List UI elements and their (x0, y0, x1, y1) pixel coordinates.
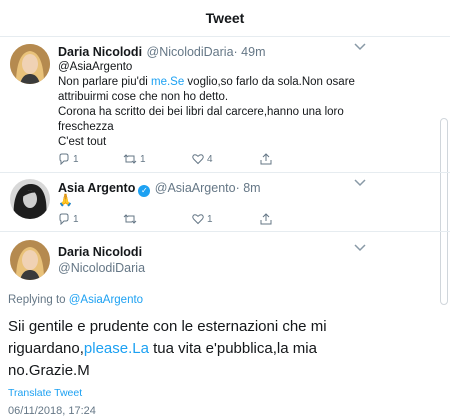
heart-icon (192, 154, 204, 165)
reply-mention[interactable]: @AsiaArgento (58, 60, 132, 75)
author-name[interactable]: Daria Nicolodi (58, 45, 142, 59)
like-count: 1 (207, 213, 213, 225)
text-segment: tua vita e'pubblica,la mia (148, 340, 317, 357)
tweet-1[interactable]: Daria Nicolodi @NicolodiDaria· 49m @Asia… (0, 37, 450, 172)
tweet-text-line: Corona ha scritto dei bei libri dal carc… (58, 106, 344, 118)
tweet-text-line: attribuirmi cose che non ho detto. (58, 91, 229, 103)
text-segment: voglio,so farlo da sola.Non osare (184, 76, 355, 88)
like-button[interactable]: 1 (192, 213, 213, 225)
retweet-button[interactable]: 1 (123, 153, 146, 165)
verified-badge-icon: ✓ (138, 185, 151, 197)
reply-count: 1 (73, 153, 79, 165)
tweet-text-line: Sii gentile e prudente con le esternazio… (8, 318, 327, 335)
inline-link[interactable]: me.Se (151, 76, 184, 88)
replying-handle[interactable]: @AsiaArgento (69, 294, 143, 306)
replying-label: Replying to (8, 294, 69, 306)
share-icon (260, 213, 272, 225)
retweet-button[interactable] (123, 213, 140, 225)
tweet-text-line: riguardano,please.La tua vita e'pubblica… (8, 338, 317, 360)
reply-icon (59, 153, 69, 165)
chevron-down-icon[interactable] (354, 43, 366, 54)
avatar[interactable] (10, 44, 50, 84)
share-button[interactable] (260, 213, 272, 225)
chevron-down-icon[interactable] (354, 179, 366, 190)
retweet-icon (123, 214, 137, 224)
text-segment: Non parlare piu'di (58, 76, 151, 88)
chevron-down-icon[interactable] (354, 244, 366, 255)
timestamp[interactable]: 06/11/2018, 17:24 (8, 405, 96, 417)
like-button[interactable]: 4 (192, 153, 213, 165)
reply-button[interactable]: 1 (58, 153, 79, 165)
focused-tweet: Daria Nicolodi @NicolodiDaria Replying t… (0, 232, 450, 418)
author-name[interactable]: Daria Nicolodi (58, 245, 142, 259)
page-title: Tweet (205, 10, 245, 26)
avatar[interactable] (10, 179, 50, 219)
author-handle[interactable]: @NicolodiDaria (147, 45, 234, 59)
avatar[interactable] (10, 240, 50, 280)
translate-link[interactable]: Translate Tweet (8, 387, 82, 399)
tweet-text-line: freschezza (58, 121, 114, 133)
tweet-text: 🙏 (58, 193, 73, 207)
tweet-time[interactable]: · 8m (236, 181, 261, 195)
tweet-text-line: Non parlare piu'di me.Se voglio,so farlo… (58, 75, 355, 90)
tweet-text-line: no.Grazie.M (8, 362, 90, 379)
tweet-text-line: C'est tout (58, 136, 107, 148)
share-icon (260, 153, 272, 165)
tweet-2[interactable]: Asia Argento ✓ @AsiaArgento· 8m 🙏 1 1 (0, 173, 450, 231)
reply-icon (59, 213, 69, 225)
retweet-count: 1 (140, 153, 146, 165)
heart-icon (192, 214, 204, 225)
share-button[interactable] (260, 153, 272, 165)
reply-button[interactable]: 1 (58, 213, 79, 225)
like-count: 4 (207, 153, 213, 165)
replying-to: Replying to @AsiaArgento (8, 294, 143, 306)
text-segment: riguardano, (8, 340, 84, 357)
inline-link[interactable]: please.La (84, 340, 149, 357)
retweet-icon (123, 154, 137, 164)
author-handle[interactable]: @AsiaArgento (155, 181, 236, 195)
author-handle[interactable]: @NicolodiDaria (58, 261, 145, 275)
tweet-time[interactable]: · 49m (234, 45, 266, 59)
reply-count: 1 (73, 213, 79, 225)
